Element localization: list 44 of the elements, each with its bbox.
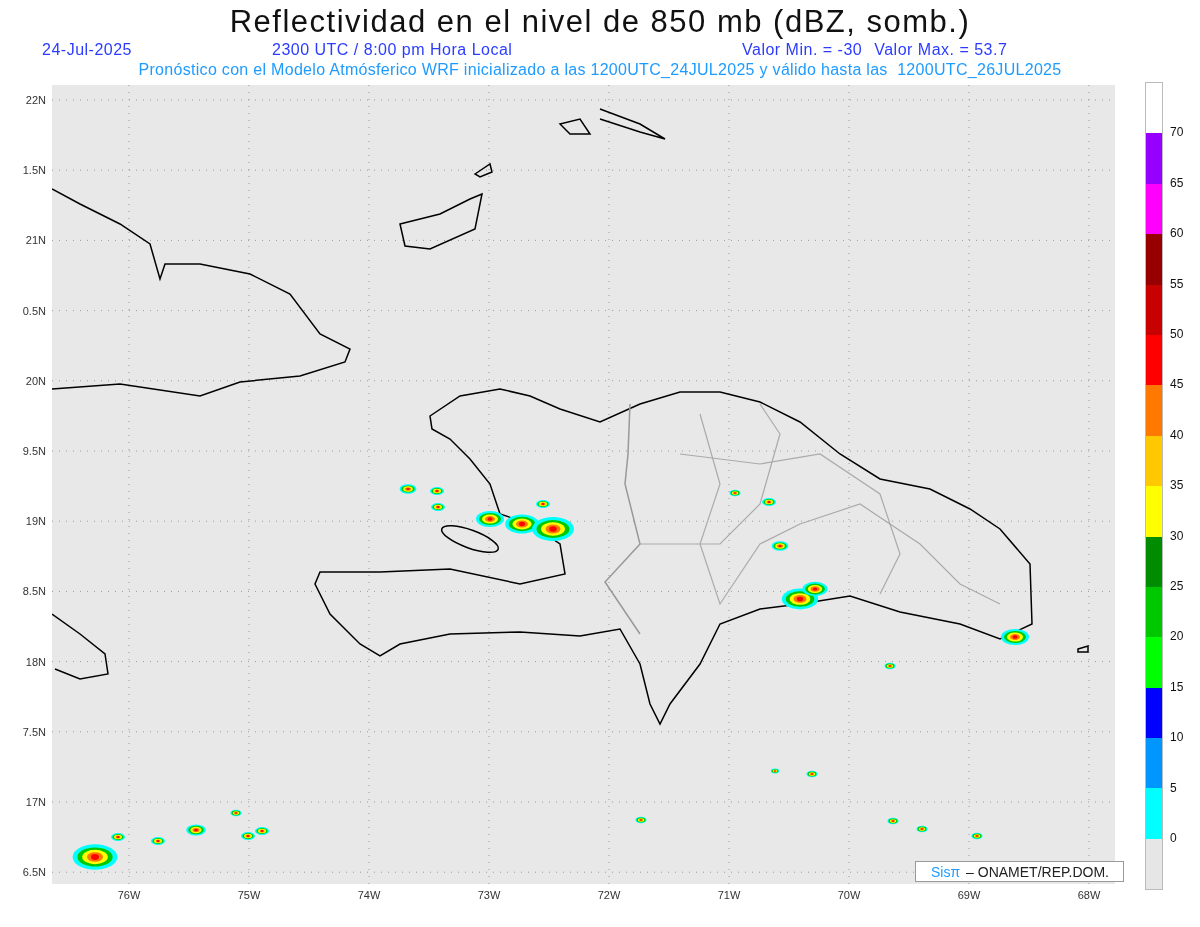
color-scale-label: 20 (1170, 629, 1184, 644)
latitude-label: 6.5N (22, 866, 46, 879)
forecast-time: 2300 UTC / 8:00 pm Hora Local (272, 40, 514, 60)
forecast-date: 24-Jul-2025 (42, 40, 133, 60)
credit-text: – ONAMET/REP.DOM. (966, 863, 1109, 880)
color-scale-label: 25 (1170, 579, 1184, 593)
credit-logo: Sisπ (931, 863, 961, 880)
color-scale-label: 65 (1170, 175, 1184, 190)
color-scale-label: 30 (1170, 528, 1184, 543)
color-scale-label: 50 (1170, 327, 1184, 341)
min-value: Valor Min. = -30 (742, 40, 863, 60)
longitude-label: 76W (117, 889, 141, 901)
color-scale-label: 40 (1170, 427, 1184, 442)
latitude-label: 21N (25, 234, 46, 247)
color-scale-label: 10 (1170, 730, 1184, 745)
latitude-label: 7.5N (22, 725, 46, 738)
latitude-label: 18N (25, 655, 46, 668)
map-title: Reflectividad en el nivel de 850 mb (dBZ, somb.) (229, 4, 971, 40)
max-value: Valor Max. = 53.7 (874, 40, 1008, 60)
color-scale-label: 0 (1170, 831, 1177, 845)
color-scale-label: 15 (1170, 679, 1184, 694)
longitude-label: 75W (237, 889, 261, 901)
longitude-label: 71W (717, 889, 741, 901)
color-scale-label: 45 (1170, 377, 1184, 392)
color-scale-label: 70 (1170, 125, 1184, 140)
color-scale-label: 55 (1170, 276, 1184, 291)
longitude-label: 74W (357, 889, 381, 901)
latitude-label: 0.5N (22, 304, 46, 317)
longitude-label: 73W (477, 889, 501, 901)
color-scale-label: 60 (1170, 226, 1184, 241)
forecast-subtitle: Pronóstico con el Modelo Atmósferico WRF inicializado a las 1200UTC_24JUL2025 y válido hasta las 1200UTC_26JUL2025 (138, 60, 1062, 80)
latitude-label: 1.5N (22, 164, 46, 177)
longitude-label: 69W (957, 889, 981, 901)
color-scale-label: 5 (1170, 780, 1177, 795)
latitude-label: 17N (25, 796, 46, 808)
latitude-label: 8.5N (22, 585, 46, 598)
latitude-label: 20N (25, 374, 46, 387)
latitude-label: 19N (25, 515, 46, 528)
color-scale-label: 35 (1170, 478, 1184, 493)
longitude-label: 72W (597, 889, 621, 901)
longitude-label: 70W (837, 889, 861, 901)
latitude-label: 22N (25, 94, 46, 106)
longitude-label: 68W (1077, 889, 1101, 901)
latitude-label: 9.5N (22, 445, 46, 457)
